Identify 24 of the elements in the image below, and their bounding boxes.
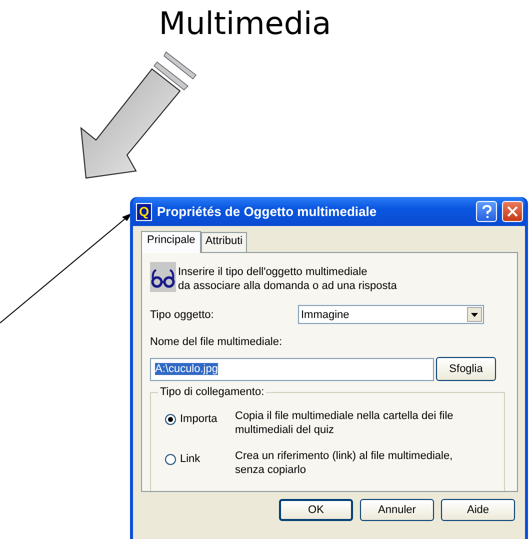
close-icon [507, 206, 518, 217]
radio-option[interactable]: Link [159, 449, 235, 466]
heading: Multimedia [158, 6, 332, 42]
field-label: Tipo oggetto: [150, 308, 214, 320]
object-type-dropdown[interactable]: Immagine [298, 305, 484, 324]
caret-icon [471, 312, 478, 316]
help-button[interactable] [476, 201, 497, 222]
dialog-button[interactable]: OK [279, 499, 353, 521]
tab[interactable]: Principale [141, 231, 202, 253]
close-button[interactable] [502, 201, 523, 222]
file-name-field[interactable]: A:\cuculo.jpg [150, 358, 434, 380]
dialog-button[interactable]: Aide [441, 499, 515, 521]
tab[interactable]: Attributi [201, 232, 247, 252]
window-title: Propriétés de Oggetto multimediale [157, 204, 378, 219]
info-text: Inserire il tipo dell'oggetto multimediale da associare alla domanda o ad una risposta [178, 265, 397, 293]
field-label: Nome del file multimediale: [150, 336, 284, 348]
dialog-button[interactable]: Annuler [360, 499, 434, 521]
group-title: Tipo di collegamento: [158, 386, 266, 398]
radio-option[interactable]: Importa [159, 409, 235, 426]
question-icon [482, 204, 492, 218]
app-icon: Q [136, 202, 152, 220]
option-description: Copia il file multimediale nella cartella dei file multimediali del quiz [235, 409, 454, 437]
browse-button[interactable]: Sfoglia [436, 357, 496, 381]
option-description: Crea un riferimento (link) al file multimediale, senza copiarlo [235, 449, 453, 477]
